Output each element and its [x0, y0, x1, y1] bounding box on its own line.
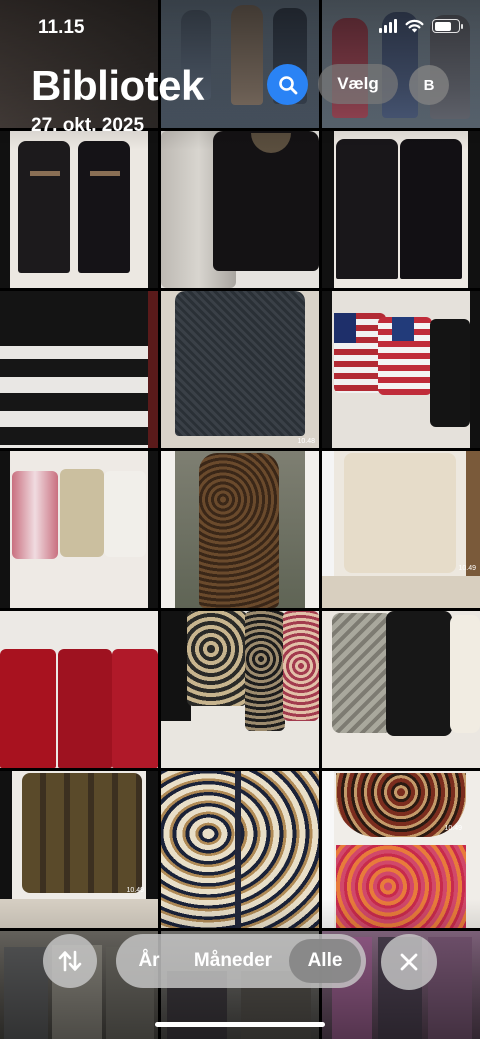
- photo-timestamp: 10.48: [297, 438, 315, 445]
- segment-years[interactable]: År: [121, 939, 177, 983]
- sort-arrows-icon: [58, 950, 82, 972]
- photo-thumbnail[interactable]: [0, 131, 158, 288]
- close-icon: [400, 953, 418, 971]
- photo-timestamp: 10.49: [458, 565, 476, 572]
- photo-timestamp: 10.49: [126, 887, 144, 894]
- photo-thumbnail[interactable]: [0, 291, 158, 448]
- photo-thumbnail[interactable]: [322, 131, 480, 288]
- battery-icon: [432, 19, 463, 33]
- home-indicator[interactable]: [155, 1022, 325, 1027]
- photo-thumbnail[interactable]: [161, 451, 319, 608]
- photo-timestamp: 10.49: [444, 825, 462, 832]
- photo-thumbnail[interactable]: [322, 611, 480, 768]
- segment-months[interactable]: Måneder: [177, 939, 289, 983]
- cellular-signal-icon: [379, 19, 397, 33]
- photo-grid: 10.48 10.49 10.49 10.49: [0, 0, 480, 1039]
- sort-button[interactable]: [43, 934, 97, 988]
- avatar[interactable]: B: [409, 65, 449, 105]
- photo-thumbnail[interactable]: [0, 451, 158, 608]
- photo-thumbnail[interactable]: [161, 131, 319, 288]
- status-icons: [379, 19, 463, 33]
- page-title: Bibliotek: [31, 62, 204, 109]
- photo-thumbnail[interactable]: [322, 291, 480, 448]
- search-button[interactable]: [267, 64, 308, 105]
- photo-thumbnail[interactable]: [161, 611, 319, 768]
- wifi-icon: [405, 19, 424, 33]
- photo-thumbnail[interactable]: [0, 611, 158, 768]
- search-icon: [278, 75, 297, 94]
- date-label: 27. okt. 2025: [31, 115, 145, 136]
- select-button[interactable]: Vælg: [318, 64, 398, 104]
- segment-all[interactable]: Alle: [289, 939, 361, 983]
- photo-thumbnail[interactable]: 10.49: [322, 451, 480, 608]
- view-segmented-control: År Måneder Alle: [116, 934, 366, 988]
- close-button[interactable]: [381, 934, 437, 990]
- photo-thumbnail[interactable]: 10.48: [161, 291, 319, 448]
- status-time: 11.15: [38, 17, 85, 38]
